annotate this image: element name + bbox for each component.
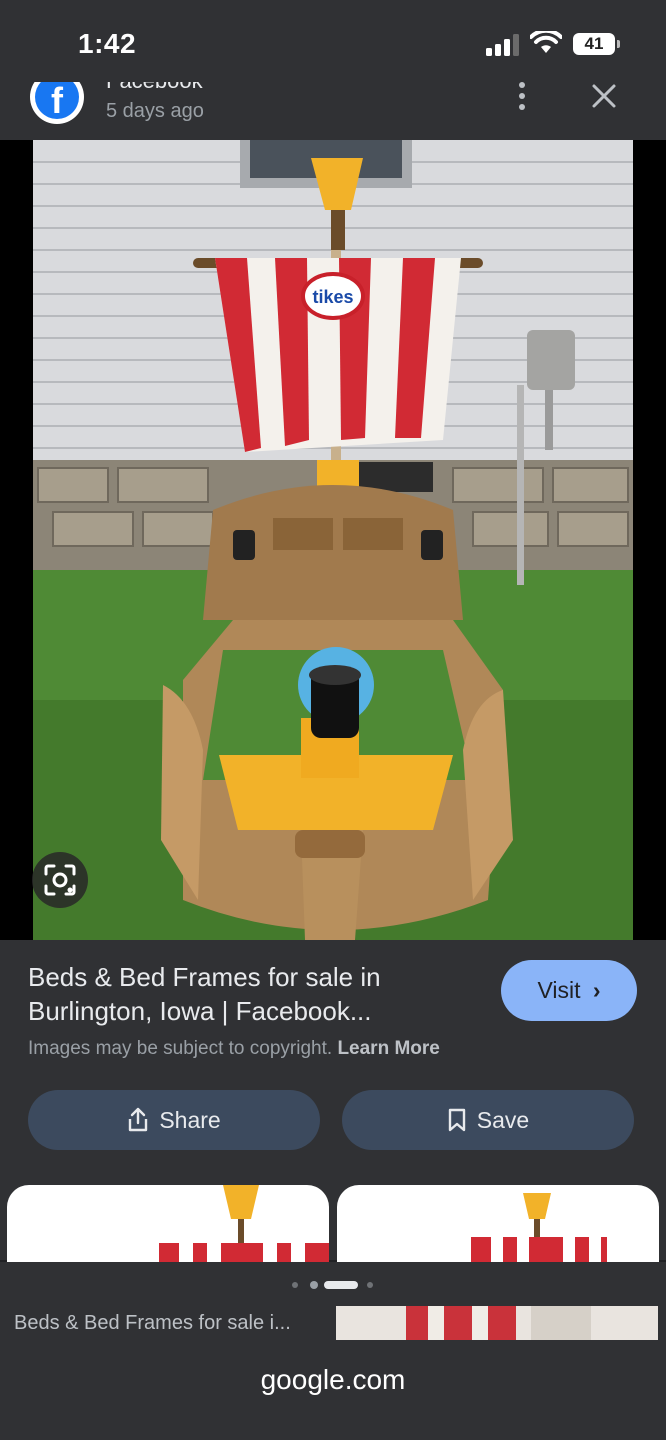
flag-logo-text: tikes xyxy=(312,287,353,307)
share-icon xyxy=(129,1107,148,1132)
pirate-ship-bed-photo: tikes xyxy=(33,140,633,940)
carousel-indicator xyxy=(0,1262,666,1306)
visit-label: Visit xyxy=(537,977,581,1003)
visit-button[interactable]: Visit › xyxy=(501,960,637,1021)
source-header: f Facebook 5 days ago xyxy=(0,82,666,140)
related-thumbnail[interactable] xyxy=(336,1306,658,1340)
browser-address-bar[interactable]: google.com xyxy=(0,1340,666,1440)
chevron-right-icon: › xyxy=(592,977,601,1003)
carousel-dot xyxy=(292,1282,298,1288)
facebook-logo-icon: f xyxy=(30,82,84,124)
related-caption[interactable]: Beds & Bed Frames for sale i... xyxy=(14,1312,291,1335)
wifi-icon xyxy=(530,31,562,53)
related-thumbnail[interactable] xyxy=(7,1185,329,1263)
clock: 1:42 xyxy=(78,28,137,59)
bookmark-icon xyxy=(448,1108,465,1132)
related-image xyxy=(471,1193,607,1263)
url-text: google.com xyxy=(260,1364,406,1395)
source-time: 5 days ago xyxy=(106,100,204,122)
battery-tip xyxy=(617,40,620,48)
carousel-dot xyxy=(310,1281,318,1289)
carousel-dot xyxy=(367,1282,373,1288)
image-viewer[interactable]: tikes xyxy=(0,140,666,940)
learn-more-link[interactable]: Learn More xyxy=(337,1038,439,1059)
related-thumbnail[interactable] xyxy=(337,1185,659,1263)
save-button[interactable]: Save xyxy=(342,1090,634,1150)
share-button[interactable]: Share xyxy=(28,1090,320,1150)
result-title[interactable]: Beds & Bed Frames for sale in Burlington… xyxy=(28,960,468,1028)
close-icon[interactable] xyxy=(588,82,620,112)
more-options-icon[interactable] xyxy=(510,82,534,112)
save-label: Save xyxy=(476,1106,530,1133)
lens-search-icon[interactable] xyxy=(32,852,88,908)
share-label: Share xyxy=(159,1106,221,1133)
source-name: Facebook xyxy=(106,82,203,94)
status-bar: 1:42 41 xyxy=(0,0,666,82)
related-image xyxy=(159,1185,329,1263)
copyright-text: Images may be subject to copyright. xyxy=(28,1038,333,1059)
related-image xyxy=(406,1306,591,1340)
carousel-dot-active xyxy=(324,1281,358,1289)
signal-icon xyxy=(486,34,519,56)
battery-icon: 41 xyxy=(573,33,615,55)
copyright-notice: Images may be subject to copyright. Lear… xyxy=(28,1038,440,1060)
related-row: Beds & Bed Frames for sale i... xyxy=(0,1306,666,1340)
